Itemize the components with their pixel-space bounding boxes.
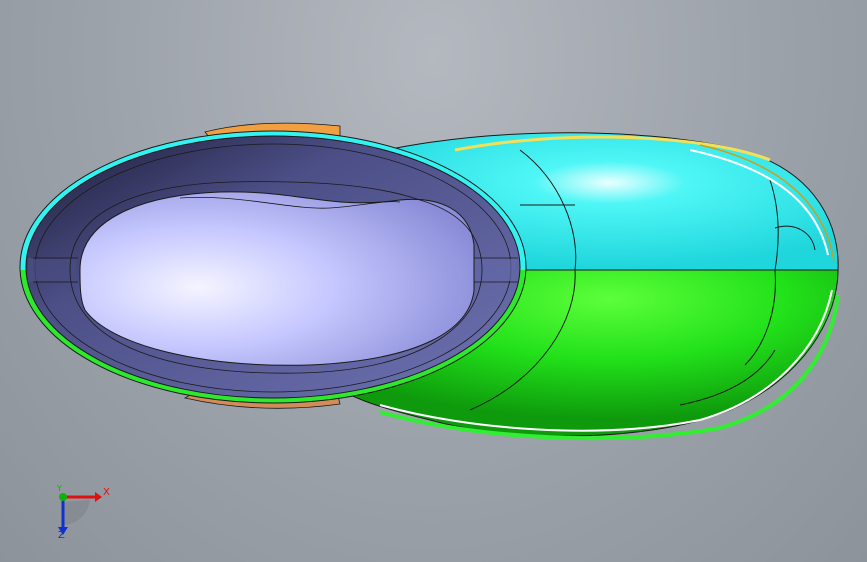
x-axis-label: X	[103, 487, 110, 498]
graphics-viewport[interactable]: X Y Z	[0, 0, 867, 562]
y-axis-label: Y	[57, 484, 62, 493]
foot-opening[interactable]	[79, 191, 475, 366]
y-axis-arrow	[59, 493, 67, 501]
view-orientation-triad[interactable]	[58, 492, 102, 535]
boot-model-view[interactable]	[0, 0, 867, 562]
z-axis-label: Z	[58, 530, 65, 541]
